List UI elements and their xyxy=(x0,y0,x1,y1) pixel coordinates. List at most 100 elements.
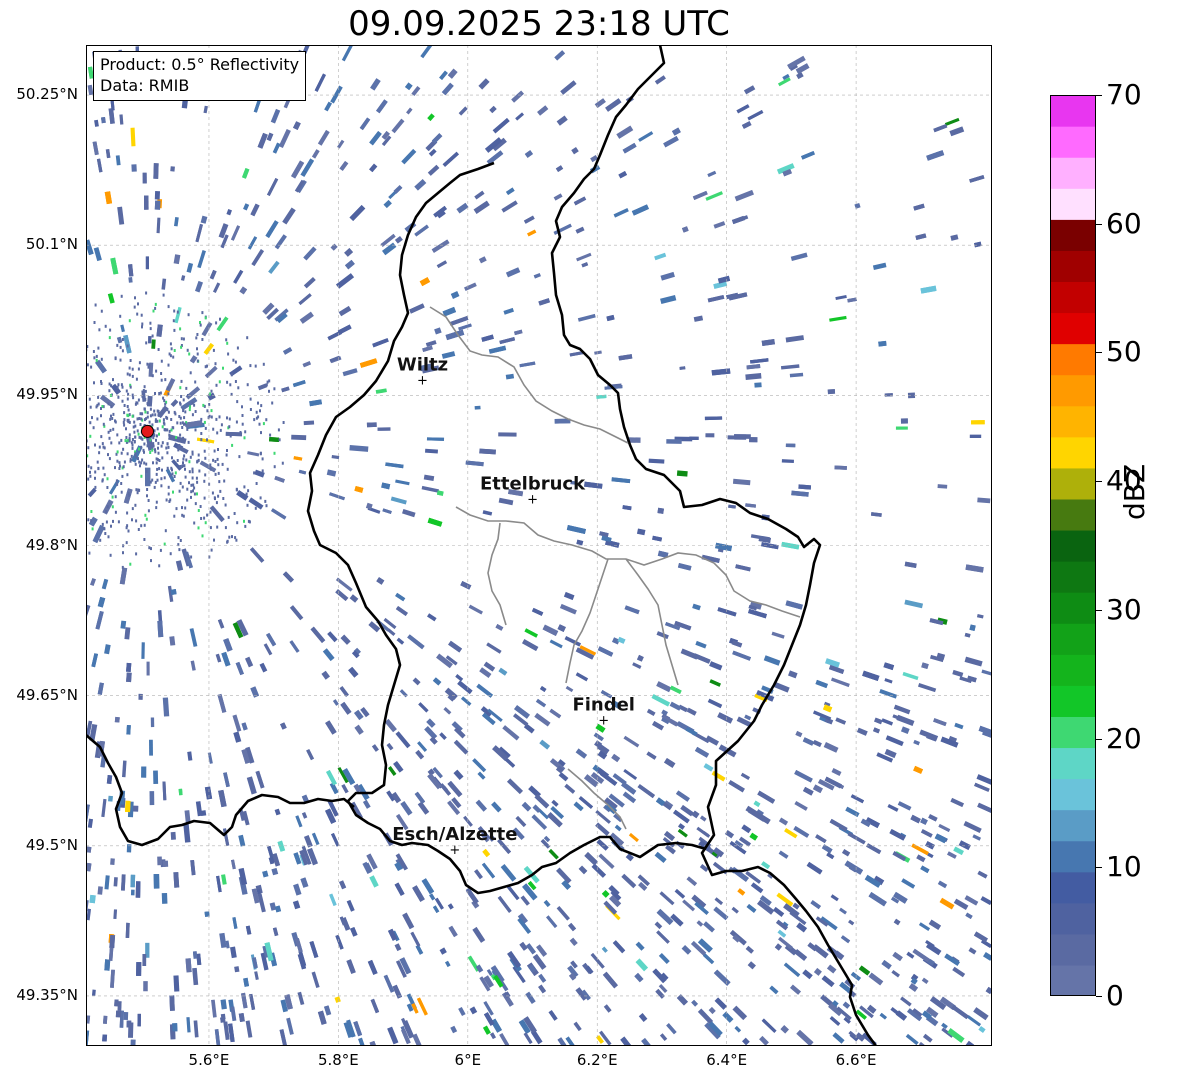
echo-cell xyxy=(549,639,563,649)
echo-cell xyxy=(938,824,951,832)
colorbar-segment xyxy=(1050,716,1096,749)
echo-cell xyxy=(447,903,454,910)
echo-cell xyxy=(763,655,781,666)
echo-cell xyxy=(474,869,483,880)
echo-cell xyxy=(952,966,966,978)
echo-cell xyxy=(143,407,146,411)
echo-cell xyxy=(289,640,300,653)
radar-map: +Wiltz+Ettelbruck+Findel+Esch/Alzette xyxy=(86,45,992,1046)
echo-cell xyxy=(844,860,864,875)
echo-cell xyxy=(329,893,337,907)
echo-cell xyxy=(791,490,809,497)
echo-cell xyxy=(278,438,281,442)
echo-cell xyxy=(191,401,194,405)
echo-cell xyxy=(213,496,216,500)
echo-cell xyxy=(161,278,167,290)
echo-cell xyxy=(134,503,137,507)
echo-cell xyxy=(393,760,404,773)
colorbar-segment xyxy=(1050,157,1096,189)
echo-cell xyxy=(603,1004,612,1013)
echo-cell xyxy=(213,538,215,542)
echo-cell xyxy=(436,490,444,496)
echo-cell xyxy=(505,267,521,278)
echo-cell xyxy=(196,333,199,336)
echo-cell xyxy=(167,305,170,309)
echo-cell xyxy=(93,321,96,324)
echo-cell xyxy=(188,481,190,485)
echo-cell xyxy=(268,379,271,383)
echo-cell xyxy=(686,707,697,716)
echo-cell xyxy=(146,444,149,448)
echo-cell xyxy=(976,774,992,786)
echo-cell xyxy=(842,849,851,857)
echo-cell xyxy=(747,110,764,121)
echo-cell xyxy=(342,368,358,377)
echo-cell xyxy=(568,922,577,932)
echo-cell xyxy=(120,620,127,629)
echo-cell xyxy=(145,517,148,521)
echo-cell xyxy=(897,801,912,811)
echo-cell xyxy=(177,444,180,448)
echo-cell xyxy=(977,802,992,815)
echo-cell xyxy=(101,479,104,483)
colorbar-tick-mark xyxy=(1096,609,1102,611)
echo-cell xyxy=(90,519,93,523)
echo-cell xyxy=(194,502,197,506)
echo-cell xyxy=(298,293,312,305)
echo-cell xyxy=(145,256,149,270)
echo-cell xyxy=(740,772,751,781)
echo-cell xyxy=(234,380,237,383)
echo-cell xyxy=(125,922,130,938)
echo-cell xyxy=(155,506,158,510)
echo-cell xyxy=(631,204,649,216)
echo-cell xyxy=(771,631,785,639)
echo-cell xyxy=(134,296,136,300)
echo-cell xyxy=(334,996,341,1003)
echo-cell xyxy=(832,1032,845,1044)
echo-cell xyxy=(193,1020,199,1038)
echo-cell xyxy=(157,441,160,445)
echo-cell xyxy=(141,766,147,778)
echo-cell xyxy=(656,681,672,693)
echo-cell xyxy=(941,1022,948,1030)
echo-cell xyxy=(376,99,388,114)
echo-cell xyxy=(157,446,159,450)
echo-cell xyxy=(565,685,574,693)
echo-cell xyxy=(111,383,121,395)
echo-cell xyxy=(245,925,252,935)
echo-cell xyxy=(203,479,206,483)
echo-cell xyxy=(192,489,194,493)
echo-cell xyxy=(104,532,107,535)
echo-cell xyxy=(918,922,931,931)
echo-cell xyxy=(243,436,246,440)
echo-cell xyxy=(87,518,90,522)
echo-cell xyxy=(499,337,516,345)
echo-cell xyxy=(212,427,215,431)
echo-cell xyxy=(348,666,359,678)
echo-cell xyxy=(169,552,172,556)
echo-cell xyxy=(180,379,183,383)
echo-cell xyxy=(280,722,287,730)
echo-cell xyxy=(146,362,149,366)
echo-cell xyxy=(246,336,249,340)
echo-cell xyxy=(341,45,353,62)
echo-cell xyxy=(274,905,282,913)
echo-cell xyxy=(100,407,102,410)
echo-cell xyxy=(107,535,110,539)
echo-cell xyxy=(300,877,309,888)
echo-cell xyxy=(383,199,392,209)
echo-cell xyxy=(772,906,785,917)
echo-cell xyxy=(265,220,279,238)
echo-cell xyxy=(161,892,168,904)
echo-cell xyxy=(704,416,723,421)
echo-cell xyxy=(277,840,286,852)
echo-cell xyxy=(497,895,512,913)
city-label: Findel xyxy=(572,695,635,716)
echo-cell xyxy=(652,535,663,542)
echo-cell xyxy=(358,1037,367,1046)
echo-cell xyxy=(149,451,152,454)
echo-cell xyxy=(189,371,192,375)
echo-cell xyxy=(182,436,185,440)
echo-cell xyxy=(150,717,155,728)
colorbar-segment xyxy=(1050,654,1096,686)
